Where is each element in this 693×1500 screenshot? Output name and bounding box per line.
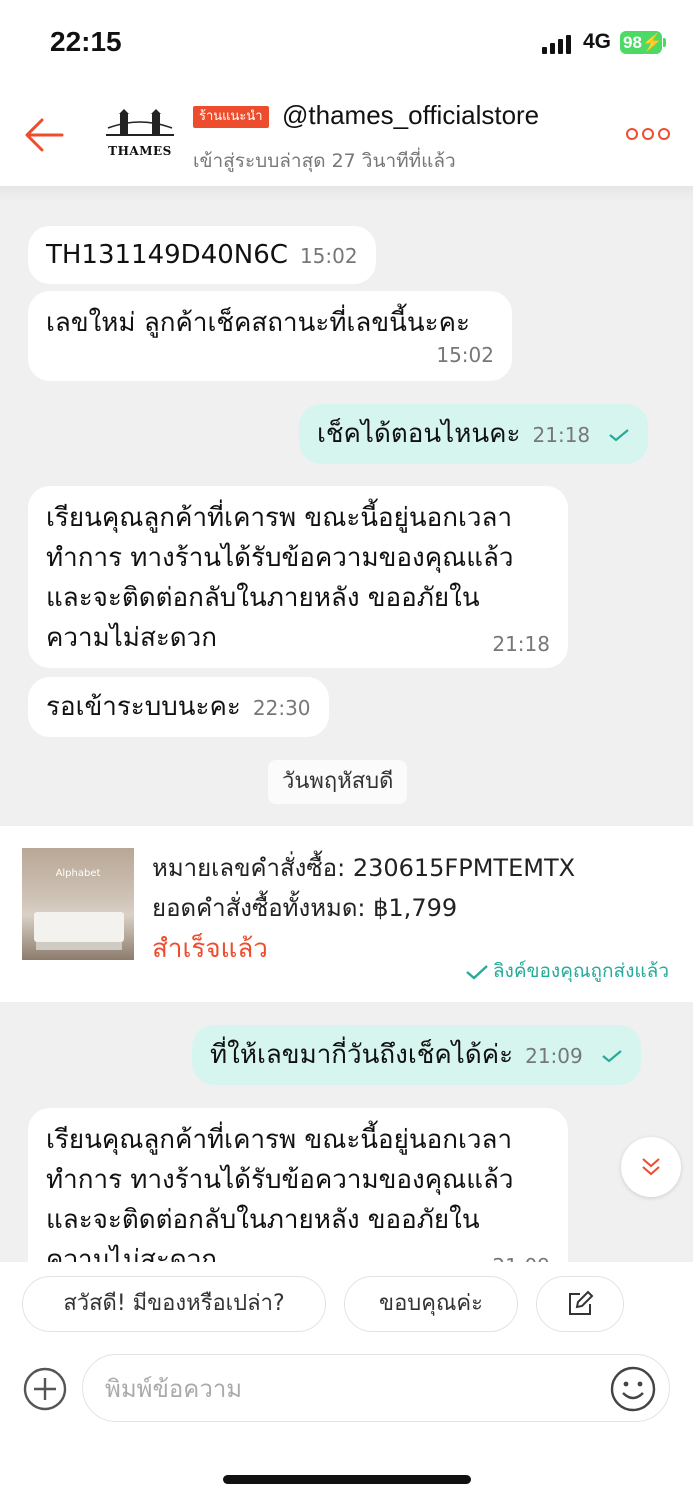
message-line: และจะติดต่อกลับในภายหลัง ขออภัยใน bbox=[46, 583, 480, 613]
sent-check-icon bbox=[602, 1049, 622, 1062]
message-input-container bbox=[82, 1354, 670, 1422]
message-time: 21:18 bbox=[492, 632, 550, 656]
message-input[interactable] bbox=[105, 1367, 585, 1411]
message-text: เช็คได้ตอนไหนคะ bbox=[317, 419, 521, 449]
message-bubble[interactable]: TH131149D40N6C 15:02 bbox=[28, 226, 376, 284]
message-line: เรียนคุณลูกค้าที่เคารพ ขณะนี้อยู่นอกเวลา bbox=[46, 1125, 513, 1155]
message-time: 15:02 bbox=[299, 244, 358, 268]
message-line: ทำการ ทางร้านได้รับข้อความของคุณแล้ว bbox=[46, 543, 514, 573]
shop-name[interactable]: @thames_officialstore bbox=[282, 100, 539, 131]
message-bubble[interactable]: ที่ให้เลขมากี่วันถึงเช็คได้ค่ะ 21:09 bbox=[192, 1025, 642, 1085]
message-time: 22:30 bbox=[252, 696, 311, 720]
message-text: เลขใหม่ ลูกค้าเช็คสถานะที่เลขนี้นะคะ bbox=[46, 308, 470, 338]
logo-text: THAMES bbox=[108, 144, 172, 158]
product-thumbnail: Alphabet bbox=[22, 848, 134, 960]
scroll-to-bottom-button[interactable] bbox=[621, 1137, 681, 1197]
edit-quick-replies-button[interactable] bbox=[536, 1276, 624, 1332]
order-status: สำเร็จแล้ว bbox=[152, 934, 268, 964]
check-icon bbox=[466, 964, 488, 980]
message-bubble[interactable]: รอเข้าระบบนะคะ 22:30 bbox=[28, 677, 329, 737]
message-text: ที่ให้เลขมากี่วันถึงเช็คได้ค่ะ bbox=[210, 1040, 514, 1070]
thumbnail-caption: Alphabet bbox=[55, 868, 101, 879]
message-time: 15:02 bbox=[436, 343, 494, 367]
battery-icon: 98⚡ bbox=[620, 31, 663, 54]
back-arrow-icon[interactable] bbox=[22, 112, 68, 158]
order-total: ยอดคำสั่งซื้อทั้งหมด: ฿1,799 bbox=[152, 894, 458, 922]
message-time: 21:09 bbox=[525, 1044, 583, 1068]
more-options-icon[interactable] bbox=[626, 126, 670, 144]
link-sent-text: ลิงค์ของคุณถูกส่งแล้ว bbox=[492, 960, 669, 982]
edit-icon bbox=[569, 1290, 594, 1315]
last-seen-status: เข้าสู่ระบบล่าสุด 27 วินาทีที่แล้ว bbox=[193, 150, 456, 172]
message-text: TH131149D40N6C bbox=[46, 240, 288, 270]
home-indicator bbox=[223, 1475, 471, 1484]
preferred-shop-badge: ร้านแนะนำ bbox=[193, 106, 269, 128]
message-line: และจะติดต่อกลับในภายหลัง ขออภัยใน bbox=[46, 1205, 480, 1235]
quick-reply-hello[interactable]: สวัสดี! มีของหรือเปล่า? bbox=[22, 1276, 326, 1332]
double-chevron-down-icon bbox=[642, 1158, 660, 1176]
chat-header: THAMES ร้านแนะนำ @thames_officialstore เ… bbox=[0, 88, 693, 186]
order-card[interactable]: Alphabet หมายเลขคำสั่งซื้อ: 230615FPMTEM… bbox=[0, 826, 693, 1002]
message-line: ความไม่สะดวก bbox=[46, 623, 218, 653]
plus-icon[interactable] bbox=[22, 1366, 68, 1412]
quick-reply-thanks[interactable]: ขอบคุณค่ะ bbox=[344, 1276, 518, 1332]
network-label: 4G bbox=[583, 30, 612, 53]
message-bubble[interactable]: เลขใหม่ ลูกค้าเช็คสถานะที่เลขนี้นะคะ 15:… bbox=[28, 291, 512, 381]
status-time: 22:15 bbox=[50, 26, 122, 57]
message-time: 21:18 bbox=[532, 423, 591, 447]
day-separator: วันพฤหัสบดี bbox=[268, 760, 408, 804]
signal-icon bbox=[542, 34, 574, 54]
message-line: เรียนคุณลูกค้าที่เคารพ ขณะนี้อยู่นอกเวลา bbox=[46, 503, 513, 533]
message-line: ทำการ ทางร้านได้รับข้อความของคุณแล้ว bbox=[46, 1165, 514, 1195]
sent-check-icon bbox=[609, 428, 630, 441]
message-text: รอเข้าระบบนะคะ bbox=[46, 692, 241, 722]
emoji-icon[interactable] bbox=[609, 1365, 657, 1413]
status-bar: 22:15 4G 98⚡ bbox=[0, 0, 693, 88]
composer-panel: สวัสดี! มีของหรือเปล่า? ขอบคุณค่ะ bbox=[0, 1262, 693, 1500]
order-number: หมายเลขคำสั่งซื้อ: 230615FPMTEMTX bbox=[152, 854, 576, 882]
message-bubble[interactable]: เรียนคุณลูกค้าที่เคารพ ขณะนี้อยู่นอกเวลา… bbox=[28, 486, 568, 668]
shop-logo[interactable]: THAMES bbox=[104, 108, 176, 168]
link-sent-status: ลิงค์ของคุณถูกส่งแล้ว bbox=[465, 956, 669, 986]
message-bubble[interactable]: เช็คได้ตอนไหนคะ 21:18 bbox=[299, 404, 649, 464]
battery-level: 98 bbox=[623, 33, 642, 52]
